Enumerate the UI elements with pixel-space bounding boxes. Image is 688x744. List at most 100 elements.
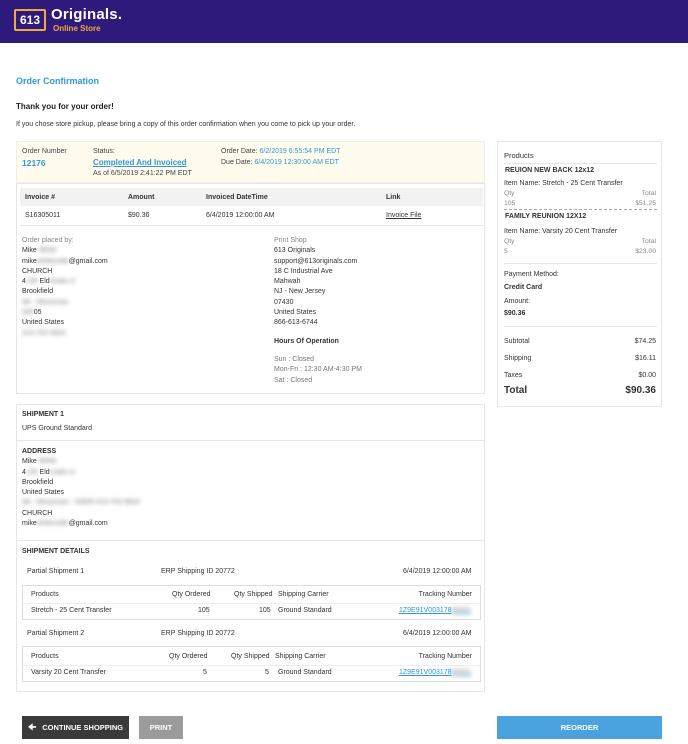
summary-item-2-total-label: Total <box>641 238 656 245</box>
ship-addr-redacted-2: orado ct <box>49 468 75 476</box>
total-label: Total <box>504 385 528 396</box>
logo-mark-text: 613 <box>19 13 41 27</box>
reorder-button[interactable]: REORDER <box>497 716 662 739</box>
partial-2-tracking: 1Z9E91V003178 <box>399 669 452 676</box>
site-header: 613 Originals. Online Store <box>0 0 688 43</box>
summary-item-2-qty: 5 <box>504 248 508 255</box>
status-asof: As of 6/5/2019 2:41:22 PM EDT <box>93 170 192 177</box>
hours-title: Hours Of Operation <box>274 337 339 345</box>
partial-2-col-tracking: Tracking Number <box>418 653 472 660</box>
summary-item-1-title: REUION NEW BACK 12x12 <box>505 167 595 174</box>
logo-mark[interactable]: 613 <box>14 9 46 31</box>
placed-by-city: Brookfield <box>22 288 54 296</box>
print-shop-city: Mahwah <box>274 278 301 286</box>
print-shop-address: 18 C Industrial Ave <box>274 267 333 275</box>
print-button[interactable]: PRINT <box>139 716 183 739</box>
subtotal-label: Subtotal <box>504 338 530 345</box>
print-shop-zip: 07430 <box>274 298 294 306</box>
ship-state-redacted: WI - Wisconsin - 53005 414-702-9924 <box>22 499 140 507</box>
payment-method-label: Payment Method: <box>504 271 559 278</box>
partial-2-erp: ERP Shipping ID 20772 <box>161 630 235 637</box>
partial-1-col-qty-ordered: Qty Ordered <box>172 591 211 598</box>
payment-amount: $90.36 <box>504 310 526 317</box>
placed-by-label: Order placed by: <box>22 237 74 244</box>
ship-name: Mike <box>22 458 37 466</box>
hours-weekday: Mon-Fri : 12:30 AM-4:30 PM <box>274 366 362 374</box>
shipment-divider <box>16 440 485 441</box>
partial-2-product: Varsity 20 Cent Transfer <box>31 669 106 676</box>
partial-2-tracking-link[interactable]: 1Z9E91V00317854321 <box>399 669 471 676</box>
invoice-number: S16305011 <box>25 212 61 219</box>
summary-products-title: Products <box>504 151 534 160</box>
partial-2-col-products: Products <box>31 653 59 660</box>
shipping-value: $16.11 <box>635 355 656 362</box>
partial-2-qty-shipped: 5 <box>265 669 269 676</box>
order-number-label: Order Number <box>22 148 67 155</box>
placed-by-state-redacted: WI - Wisconsin <box>22 298 69 306</box>
print-shop-info: Print Shop 613 Originals support@613orig… <box>274 236 362 386</box>
partial-1-col-qty-shipped: Qty Shipped <box>234 591 273 598</box>
ship-email-b: @gmail.com <box>68 520 108 528</box>
summary-item-1-qty: 105 <box>504 200 516 207</box>
subtotal-value: $74.25 <box>634 338 656 345</box>
order-placed-by: Order placed by: Mike White mikewhitesvi… <box>22 236 108 339</box>
arrow-left-icon: 🠈 <box>27 721 37 732</box>
placed-by-addr-redacted-1: 135 <box>25 278 38 286</box>
partial-2-date: 6/4/2019 12:00:00 AM <box>403 630 472 637</box>
invoice-datetime: 6/4/2019 12:00:00 AM <box>206 212 275 219</box>
partial-1-qty-shipped: 105 <box>259 607 271 614</box>
placed-by-country: United States <box>22 319 65 327</box>
shipment-method: UPS Ground Standard <box>22 425 93 432</box>
print-shop-country: United States <box>274 309 317 317</box>
placed-by-name: Mike <box>22 247 37 255</box>
status-link[interactable]: Completed And Invoiced <box>93 158 187 167</box>
print-shop-email[interactable]: support@613originals.com <box>274 257 362 267</box>
continue-shopping-button[interactable]: 🠈 CONTINUE SHOPPING <box>22 716 129 739</box>
invoice-table-header: Invoice # Amount Invoiced DateTime Link <box>20 188 483 206</box>
ship-email-a: mike <box>22 520 37 528</box>
partial-1-product: Stretch - 25 Cent Transfer <box>31 607 112 614</box>
order-summary-sidebar: Products REUION NEW BACK 12x12 Item Name… <box>497 141 662 407</box>
status-label: Status: <box>93 148 115 155</box>
ship-company: CHURCH <box>22 509 53 517</box>
partial-1-table: Products Qty Ordered Qty Shipped Shippin… <box>22 585 481 620</box>
payment-method: Credit Card <box>504 284 543 291</box>
partial-2-table: Products Qty Ordered Qty Shipped Shippin… <box>22 646 481 682</box>
summary-item-2-title: FAMILY REUNION 12X12 <box>505 213 587 220</box>
partial-2-qty-ordered: 5 <box>203 669 207 676</box>
placed-by-email-redacted: whitesville <box>36 257 69 265</box>
partial-1-name: Partial Shipment 1 <box>27 568 85 575</box>
ship-lastname-redacted: White <box>38 458 57 466</box>
taxes-value: $0.00 <box>638 372 656 379</box>
thanks-heading: Thank you for your order! <box>16 102 114 111</box>
partial-1-tracking-link[interactable]: 1Z9E91V00317854321 <box>399 607 471 614</box>
summary-item-1-name: Item Name: Stretch - 25 Cent Transfer <box>504 180 623 187</box>
placed-by-company: CHURCH <box>22 267 53 275</box>
placed-by-email-a: mike <box>22 257 37 265</box>
payment-amount-label: Amount: <box>504 298 531 305</box>
invoice-file-link[interactable]: Invoice File <box>386 212 421 219</box>
summary-item-1-total: $51.25 <box>635 200 656 207</box>
summary-item-2-total: $23.00 <box>635 248 656 255</box>
shipment-title: SHIPMENT 1 <box>22 411 65 418</box>
total-value: $90.36 <box>625 385 656 396</box>
summary-item-2-name: Item Name: Varsity 20 Cent Transfer <box>504 228 618 235</box>
print-shop-label: Print Shop <box>274 237 307 244</box>
partial-1-date: 6/4/2019 12:00:00 AM <box>403 568 472 575</box>
placed-by-email-b: @gmail.com <box>68 257 108 265</box>
partial-1-tracking-redacted: 54321 <box>451 607 472 614</box>
summary-item-1-qty-label: Qty <box>504 190 515 197</box>
hours-saturday: Sat : Closed <box>274 376 313 384</box>
hours-sunday: Sun : Closed <box>274 355 315 363</box>
partial-1-qty-ordered: 105 <box>198 607 210 614</box>
placed-by-phone-redacted: 414-702-9924 <box>22 329 66 337</box>
logo-name[interactable]: Originals. <box>51 6 122 23</box>
reorder-label: REORDER <box>560 723 599 732</box>
shipment-details-divider <box>16 540 485 541</box>
ship-addr-b: Eld <box>37 468 50 476</box>
address-title: ADDRESS <box>22 448 57 455</box>
order-date: 6/2/2019 6:55:54 PM EDT <box>259 148 341 155</box>
invoice-amount: $90.36 <box>128 212 150 219</box>
invoice-col-link: Link <box>386 194 401 201</box>
placed-by-zip-redacted: 530 <box>22 309 34 317</box>
